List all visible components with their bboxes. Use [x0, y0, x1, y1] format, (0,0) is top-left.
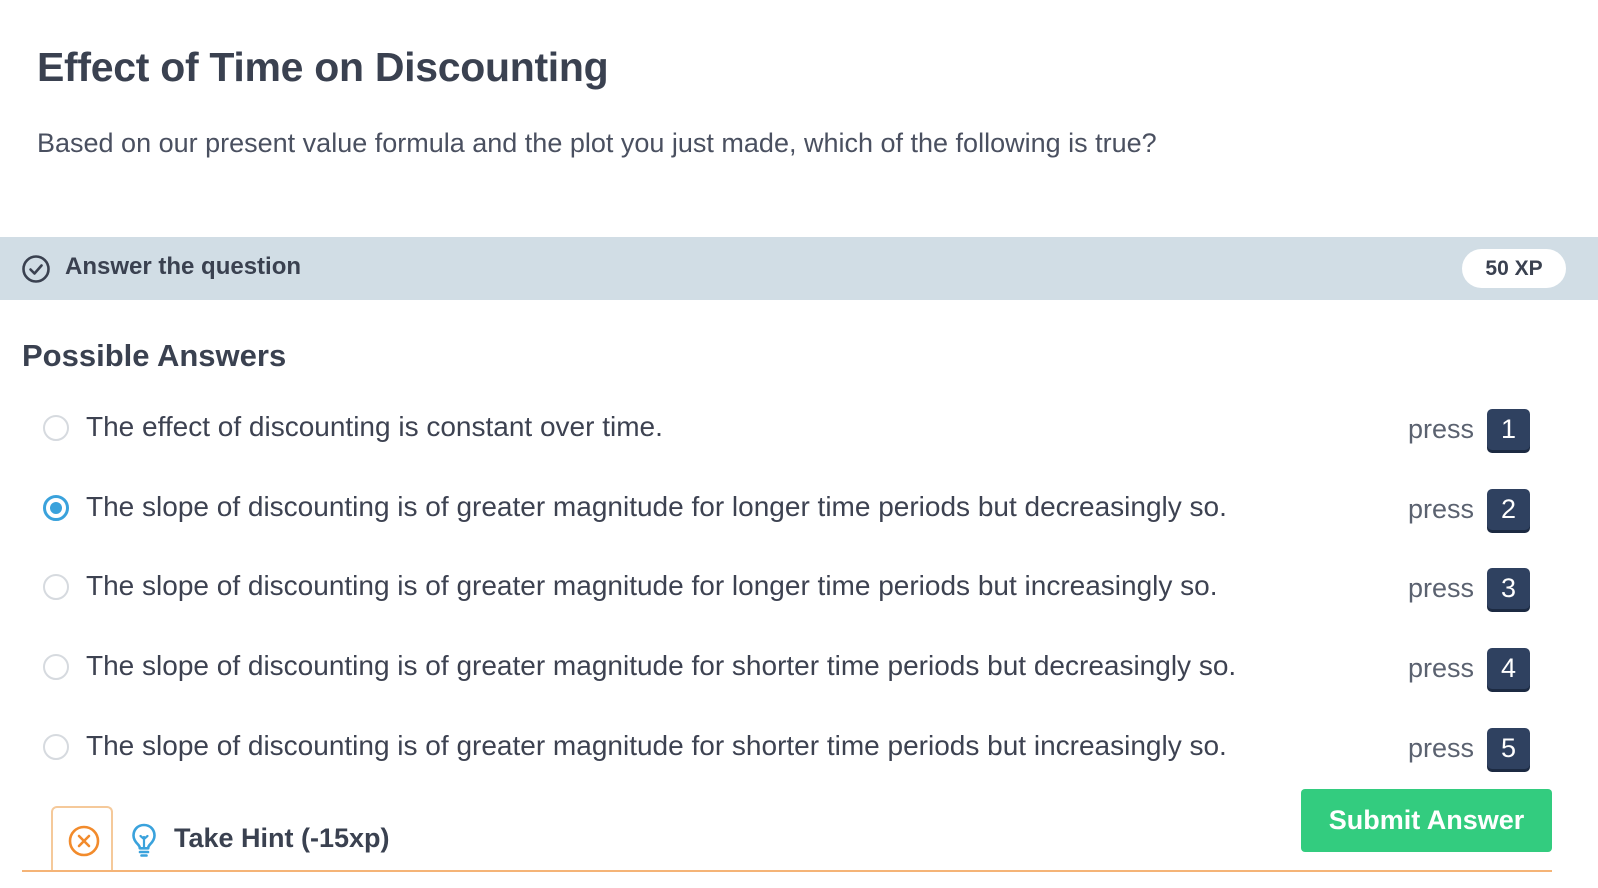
answer-text: The effect of discounting is constant ov…	[86, 411, 663, 442]
check-circle-icon	[22, 255, 50, 283]
press-label: press	[1408, 733, 1475, 763]
answer-text: The slope of discounting is of greater m…	[86, 491, 1227, 522]
radio-button[interactable]	[43, 734, 69, 760]
press-label: press	[1408, 653, 1475, 683]
shortcut-key: 5	[1487, 728, 1530, 769]
hint-close-button[interactable]	[51, 806, 113, 870]
radio-button[interactable]	[43, 415, 69, 441]
radio-button[interactable]	[43, 654, 69, 680]
possible-answers-heading: Possible Answers	[22, 338, 287, 373]
lightbulb-icon	[132, 823, 156, 857]
question-text: Based on our present value formula and t…	[37, 128, 1157, 158]
press-label: press	[1408, 494, 1475, 524]
answer-text: The slope of discounting is of greater m…	[86, 570, 1218, 601]
task-bar: Answer the question 50 XP	[0, 237, 1598, 300]
answer-option-2[interactable]: The slope of discounting is of greater m…	[0, 480, 1598, 540]
answer-text: The slope of discounting is of greater m…	[86, 650, 1237, 681]
answer-text: The slope of discounting is of greater m…	[86, 730, 1227, 761]
page-title: Effect of Time on Discounting	[37, 44, 609, 90]
take-hint-button[interactable]: Take Hint (-15xp)	[174, 823, 390, 854]
shortcut-key: 1	[1487, 409, 1530, 450]
close-circle-icon	[68, 825, 100, 857]
xp-badge: 50 XP	[1462, 249, 1566, 288]
submit-answer-button[interactable]: Submit Answer	[1301, 789, 1552, 852]
press-label: press	[1408, 414, 1475, 444]
answer-option-1[interactable]: The effect of discounting is constant ov…	[0, 400, 1598, 460]
answer-option-4[interactable]: The slope of discounting is of greater m…	[0, 639, 1598, 699]
exercise-page: Effect of Time on Discounting Based on o…	[0, 0, 1598, 888]
press-label: press	[1408, 573, 1475, 603]
radio-button-selected[interactable]	[43, 495, 69, 521]
radio-button[interactable]	[43, 574, 69, 600]
task-label: Answer the question	[65, 253, 302, 280]
shortcut-key: 3	[1487, 568, 1530, 609]
shortcut-key: 2	[1487, 489, 1530, 530]
shortcut-key: 4	[1487, 648, 1530, 689]
answer-option-5[interactable]: The slope of discounting is of greater m…	[0, 719, 1598, 779]
answer-option-3[interactable]: The slope of discounting is of greater m…	[0, 559, 1598, 619]
